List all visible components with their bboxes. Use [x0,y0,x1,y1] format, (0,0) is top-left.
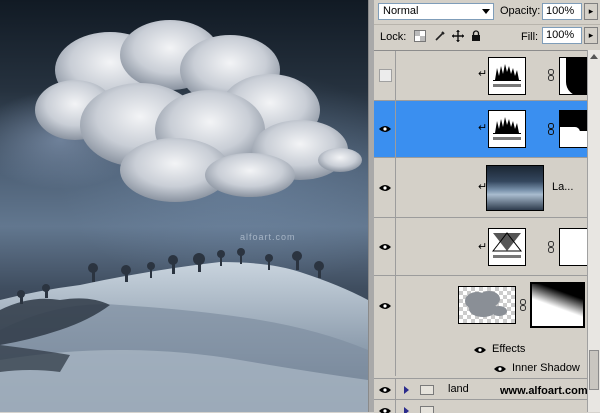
visibility-toggle[interactable] [374,101,396,157]
lock-transparent-pixels-icon[interactable] [414,30,426,42]
effect-inner-shadow-row[interactable]: Inner Shadow [374,360,587,378]
expand-triangle-icon[interactable] [404,407,409,413]
effect-name: Inner Shadow [512,362,580,374]
layer-row[interactable]: ↵ [374,101,587,158]
landscape-artwork [0,20,368,412]
chain-link-icon[interactable] [548,241,554,253]
visibility-toggle[interactable] [374,379,396,399]
visibility-off-box [379,69,392,82]
layer-mask-thumbnail[interactable] [559,57,587,95]
credit-text: www.alfoart.com [500,385,588,397]
lock-position-icon[interactable] [452,30,464,42]
eye-icon [379,408,391,413]
document-canvas[interactable]: alfoart.com [0,0,368,412]
opacity-slider-button[interactable]: ▸ [584,3,598,20]
chain-link-icon[interactable] [548,123,554,135]
layers-list: ↵ ↵ ↵ La... ↵ Effects Inner Shadow land [374,50,587,413]
layer-row[interactable] [374,276,587,376]
lock-label: Lock: [380,31,407,43]
layers-panel: Normal Opacity: 100% ▸ Lock: Fill: 100% … [374,0,600,413]
blend-mode-select[interactable]: Normal [378,3,494,20]
levels-icon [488,57,526,95]
layer-image-thumbnail[interactable] [486,165,544,211]
clipping-arrow-icon: ↵ [478,68,488,80]
visibility-toggle[interactable] [374,51,396,100]
layer-name[interactable]: La... [552,181,573,193]
lock-image-pixels-icon[interactable] [434,30,446,42]
chevron-down-icon [482,9,490,14]
layer-mask-thumbnail[interactable] [559,110,587,148]
eye-icon [379,126,391,132]
eye-icon [494,366,506,372]
watermark-text: alfoart.com [240,232,296,242]
clipping-arrow-icon: ↵ [478,241,488,253]
eye-icon [474,347,486,353]
opacity-label: Opacity: [500,5,541,17]
fill-slider-button[interactable]: ▸ [584,27,598,44]
storm-cloud [35,20,362,202]
cloud-layer-thumbnail[interactable] [458,286,516,324]
fill-input[interactable]: 100% [542,27,582,44]
visibility-toggle[interactable] [374,218,396,275]
gradient-map-icon [488,228,526,266]
group-name[interactable]: land [448,383,469,395]
blend-row: Normal Opacity: 100% ▸ [374,0,600,25]
blend-mode-value: Normal [383,5,419,17]
lock-all-icon[interactable] [470,30,482,42]
eye-icon [379,185,391,191]
levels-icon [488,110,526,148]
folder-icon [420,385,434,395]
scroll-thumb[interactable] [589,350,599,390]
expand-triangle-icon[interactable] [404,386,409,394]
chain-link-icon[interactable] [548,69,554,81]
opacity-input[interactable]: 100% [542,3,582,20]
eye-icon [379,387,391,393]
chain-link-icon[interactable] [520,299,526,311]
layer-row[interactable]: ↵ [374,218,587,276]
effects-row[interactable]: Effects [374,341,587,359]
visibility-toggle[interactable] [374,400,396,413]
visibility-toggle[interactable] [374,158,396,217]
layer-mask-thumbnail[interactable] [559,228,587,266]
effects-label: Effects [492,343,526,355]
group-row[interactable] [374,400,587,413]
layers-scrollbar[interactable] [587,50,600,412]
fill-label: Fill: [521,31,539,43]
scroll-up-icon[interactable] [590,54,598,59]
layer-mask-thumbnail[interactable] [530,282,585,328]
eye-icon [379,244,391,250]
clipping-arrow-icon: ↵ [478,122,488,134]
layer-row[interactable]: ↵ [374,51,587,101]
eye-icon [379,303,391,309]
layer-row[interactable]: ↵ La... [374,158,587,218]
